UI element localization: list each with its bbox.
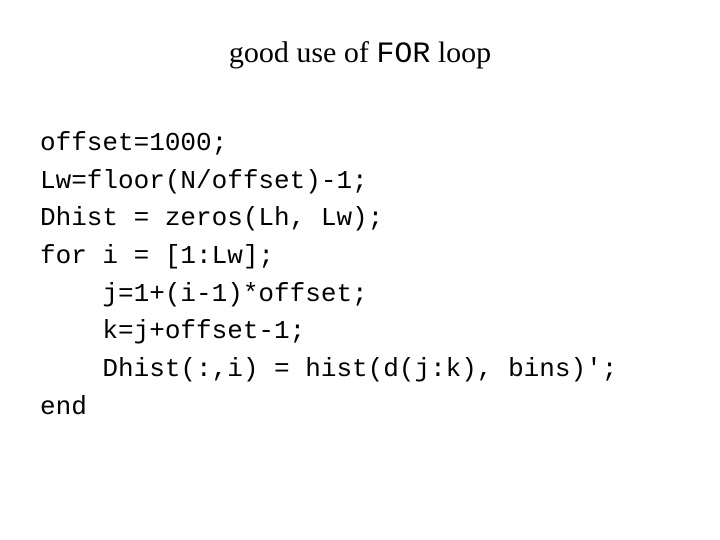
code-line: Lw=floor(N/offset)-1; xyxy=(40,163,617,201)
code-line: j=1+(i-1)*offset; xyxy=(40,276,617,314)
title-mono: FOR xyxy=(376,38,430,72)
code-block: offset=1000;Lw=floor(N/offset)-1;Dhist =… xyxy=(40,125,617,427)
code-line: k=j+offset-1; xyxy=(40,313,617,351)
slide: good use of FOR loop offset=1000;Lw=floo… xyxy=(0,0,720,540)
slide-title: good use of FOR loop xyxy=(0,36,720,72)
title-part2: loop xyxy=(430,36,491,69)
code-line: offset=1000; xyxy=(40,125,617,163)
code-line: Dhist = zeros(Lh, Lw); xyxy=(40,200,617,238)
title-part1: good use of xyxy=(229,36,376,69)
code-line: end xyxy=(40,389,617,427)
code-line: Dhist(:,i) = hist(d(j:k), bins)'; xyxy=(40,351,617,389)
code-line: for i = [1:Lw]; xyxy=(40,238,617,276)
